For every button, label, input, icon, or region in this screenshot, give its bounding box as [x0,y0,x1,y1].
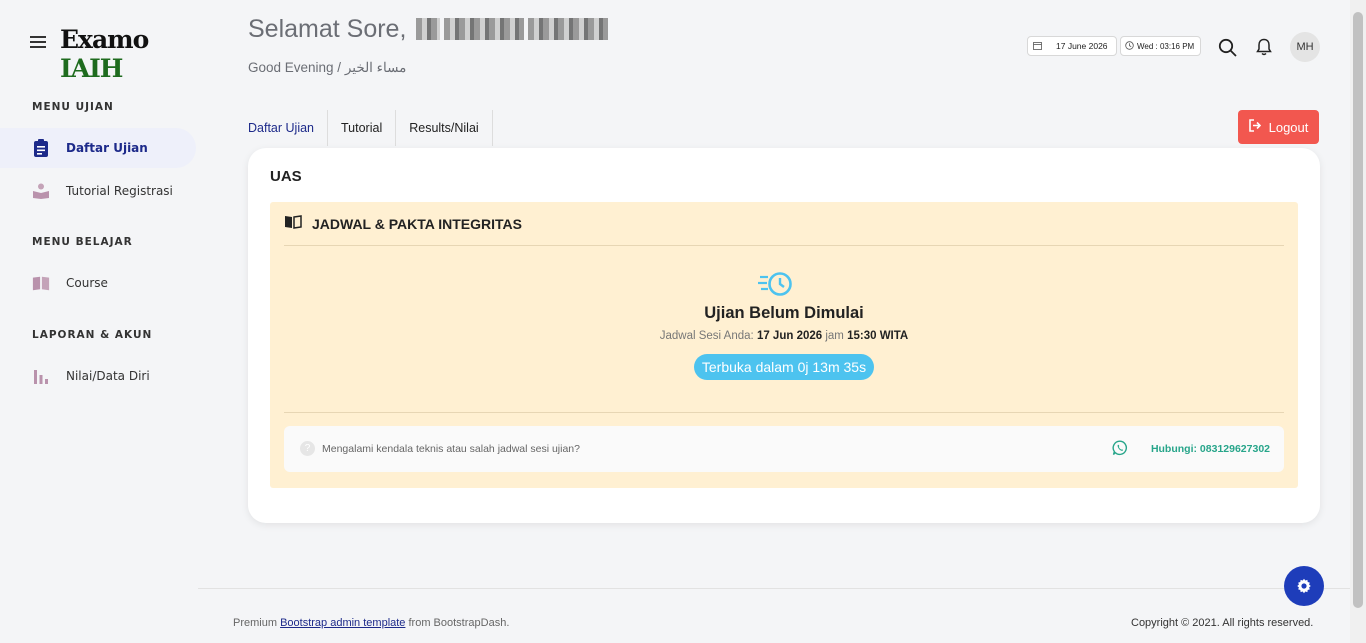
bell-icon[interactable] [1254,37,1274,57]
exam-card: UAS JADWAL & PAKTA INTEGRITAS Ujian Belu… [248,148,1320,523]
schedule-mid: jam [825,330,844,342]
panel-title: JADWAL & PAKTA INTEGRITAS [312,215,522,232]
footer-copyright: Copyright © 2021. All rights reserved. [1131,617,1314,629]
panel-header: JADWAL & PAKTA INTEGRITAS [284,215,522,232]
footer-divider [198,588,1350,589]
card-title: UAS [270,168,302,185]
schedule-date: 17 Jun 2026 [756,330,823,342]
logout-label: Logout [1268,119,1309,135]
question-icon: ? [300,441,315,456]
hamburger-menu-icon[interactable] [30,36,46,48]
logo-text-secondary: IAIH [60,54,123,83]
time-text: Wed : 03:16 PM [1137,41,1195,51]
logo-text-primary: Examo [60,25,149,54]
clipboard-icon [32,139,50,157]
schedule-prefix: Jadwal Sesi Anda: [659,330,754,342]
history-clock-icon [758,271,794,297]
date-display: 17 June 2026 [1027,36,1117,56]
schedule-time: 15:30 WITA [847,330,909,342]
contact-link[interactable]: Hubungi: 083129627302 [1151,443,1270,455]
footer-template-link[interactable]: Bootstrap admin template [280,617,405,629]
tab-daftar-ujian[interactable]: Daftar Ujian [248,110,328,146]
session-schedule: Jadwal Sesi Anda: 17 Jun 2026 jam 15:30 … [270,330,1298,342]
sidebar: Examo IAIH MENU UJIAN Daftar Ujian Tutor… [0,0,198,643]
divider [284,245,1284,246]
menu-category-laporan: LAPORAN & AKUN [32,329,153,341]
book-icon [32,274,50,292]
sidebar-item-label: Daftar Ujian [66,141,148,155]
footer-suffix: from BootstrapDash. [408,617,510,629]
time-display: Wed : 03:16 PM [1120,36,1201,56]
calendar-icon [1033,41,1042,52]
bar-chart-icon [32,367,50,385]
help-box: ? Mengalami kendala teknis atau salah ja… [284,426,1284,472]
sidebar-item-label: Course [66,276,108,290]
footer-credits: Premium Bootstrap admin template from Bo… [233,617,509,629]
exam-status-title: Ujian Belum Dimulai [704,304,864,322]
tab-results-nilai[interactable]: Results/Nilai [396,110,493,146]
greeting-subtitle: Good Evening / مساء الخير [248,60,407,75]
open-book-icon [284,215,302,232]
sidebar-item-course[interactable]: Course [0,263,196,303]
countdown-badge: Terbuka dalam 0j 13m 35s [693,354,875,380]
logout-button[interactable]: Logout [1238,110,1319,144]
greeting-title: Selamat Sore, [248,15,407,43]
whatsapp-icon[interactable] [1112,440,1128,456]
footer-prefix: Premium [233,617,278,629]
search-icon[interactable] [1218,38,1238,58]
settings-gear-icon[interactable] [1284,566,1324,606]
divider [284,412,1284,413]
tab-tutorial[interactable]: Tutorial [328,110,397,146]
sidebar-item-label: Nilai/Data Diri [66,369,150,383]
sidebar-item-label: Tutorial Registrasi [66,184,173,198]
page-scrollbar[interactable] [1350,0,1366,643]
schedule-panel: JADWAL & PAKTA INTEGRITAS Ujian Belum Di… [270,202,1298,488]
logout-icon [1248,119,1261,135]
menu-category-ujian: MENU UJIAN [32,101,114,113]
sidebar-item-daftar-ujian[interactable]: Daftar Ujian [0,128,196,168]
date-text: 17 June 2026 [1056,41,1108,51]
tab-bar: Daftar Ujian Tutorial Results/Nilai [248,110,493,146]
countdown-wrap: Terbuka dalam 0j 13m 35s [270,354,1298,380]
app-logo[interactable]: Examo IAIH [60,25,198,83]
reader-icon [32,182,50,200]
menu-category-belajar: MENU BELAJAR [32,236,133,248]
help-text: Mengalami kendala teknis atau salah jadw… [322,443,580,455]
scrollbar-thumb[interactable] [1353,12,1363,608]
user-name-redacted [416,18,616,40]
sidebar-item-tutorial-registrasi[interactable]: Tutorial Registrasi [0,171,196,211]
sidebar-item-nilai-data-diri[interactable]: Nilai/Data Diri [0,356,196,396]
clock-small-icon [1125,40,1134,52]
avatar[interactable]: MH [1290,32,1320,62]
